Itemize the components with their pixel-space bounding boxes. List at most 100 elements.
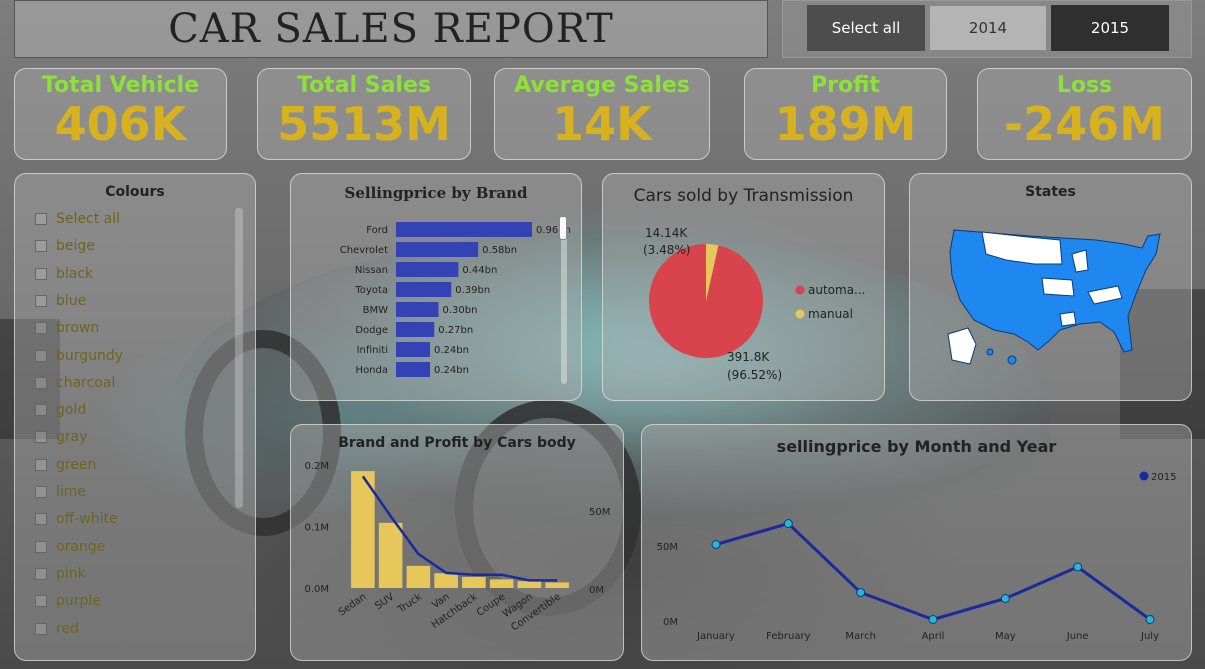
colour-option[interactable]: beige bbox=[35, 235, 95, 257]
checkbox-icon[interactable] bbox=[35, 567, 47, 580]
colour-option[interactable]: Select all bbox=[35, 208, 120, 230]
brand-category-label: Ford bbox=[366, 225, 388, 236]
brand-bar[interactable] bbox=[396, 322, 435, 337]
legend-marker bbox=[795, 309, 805, 319]
colour-option[interactable]: red bbox=[35, 618, 79, 640]
body-bar[interactable] bbox=[489, 579, 514, 588]
brand-bar[interactable] bbox=[396, 262, 459, 277]
brand-value-label: 0.44bn bbox=[462, 265, 497, 276]
brand-bar[interactable] bbox=[396, 242, 479, 257]
body-bar[interactable] bbox=[545, 582, 569, 588]
checkbox-icon[interactable] bbox=[35, 404, 47, 417]
checkbox-icon[interactable] bbox=[35, 431, 47, 444]
x-tick-label: Sedan bbox=[337, 591, 369, 618]
brand-bar[interactable] bbox=[396, 282, 452, 297]
us-states-map[interactable] bbox=[910, 174, 1193, 402]
checkbox-icon[interactable] bbox=[35, 240, 47, 253]
brand-bar[interactable] bbox=[396, 342, 430, 357]
body-chart-panel: Brand and Profit by Cars body 0.2M 0.1M 0.… bbox=[290, 424, 624, 661]
legend-label[interactable]: 2015 bbox=[1151, 472, 1176, 483]
brand-category-label: Honda bbox=[356, 365, 388, 376]
x-tick-label: April bbox=[922, 631, 945, 642]
brand-bar-chart: Ford 0.96bnChevrolet 0.58bnNissan 0.44bnToy… bbox=[340, 222, 571, 377]
checkbox-icon[interactable] bbox=[35, 294, 47, 307]
body-bar[interactable] bbox=[406, 565, 431, 588]
y-tick-label: 0.2M bbox=[304, 461, 329, 472]
colour-option-label: Select all bbox=[56, 211, 120, 227]
line-point[interactable] bbox=[783, 519, 793, 528]
checkbox-icon[interactable] bbox=[35, 513, 47, 526]
brand-value-label: 0.24bn bbox=[434, 365, 469, 376]
checkbox-icon[interactable] bbox=[35, 458, 47, 471]
colour-option[interactable]: black bbox=[35, 263, 93, 285]
kpi-label: Total Vehicle bbox=[41, 73, 200, 98]
line-point[interactable] bbox=[1000, 594, 1010, 603]
colour-option[interactable]: purple bbox=[35, 590, 101, 612]
kpi-label: Profit bbox=[811, 73, 880, 98]
colour-option[interactable]: pink bbox=[35, 563, 86, 585]
kpi-value: 189M bbox=[774, 97, 917, 151]
year-2015-button[interactable]: 2015 bbox=[1051, 5, 1169, 51]
checkbox-icon[interactable] bbox=[35, 540, 47, 553]
brand-chart-panel: Sellingprice by Brand Ford 0.96bn Chevrole… bbox=[290, 173, 582, 401]
brand-category-label: Toyota bbox=[354, 285, 388, 296]
checkbox-icon[interactable] bbox=[35, 595, 47, 608]
kpi-card-profit: Profit 189M bbox=[744, 68, 947, 160]
checkbox-icon[interactable] bbox=[35, 376, 47, 389]
checkbox-icon[interactable] bbox=[35, 349, 47, 362]
legend-label[interactable]: manual bbox=[808, 307, 853, 321]
colour-option[interactable]: off-white bbox=[35, 508, 118, 530]
body-bar[interactable] bbox=[462, 576, 486, 588]
line-point[interactable] bbox=[856, 588, 866, 597]
line-point[interactable] bbox=[928, 615, 938, 624]
brand-bar[interactable] bbox=[396, 222, 532, 237]
year-slicer: Select all 2014 2015 bbox=[782, 0, 1192, 58]
kpi-label: Average Sales bbox=[514, 73, 690, 98]
brand-bar[interactable] bbox=[396, 302, 439, 317]
hawaii-shape bbox=[986, 348, 994, 356]
colour-option-label: blue bbox=[56, 292, 87, 309]
brand-category-label: BMW bbox=[363, 305, 388, 316]
colour-option[interactable]: burgundy bbox=[35, 345, 123, 367]
brand-bar[interactable] bbox=[396, 362, 430, 377]
x-tick-label: May bbox=[995, 631, 1016, 642]
year-2014-button[interactable]: 2014 bbox=[929, 5, 1047, 51]
line-point[interactable] bbox=[711, 540, 721, 549]
colour-option[interactable]: blue bbox=[35, 290, 86, 312]
brand-chart-scrollbar[interactable] bbox=[561, 216, 567, 384]
colour-option[interactable]: charcoal bbox=[35, 372, 115, 394]
checkbox-icon[interactable] bbox=[35, 622, 47, 635]
colour-option-label: green bbox=[56, 456, 97, 473]
colour-option[interactable]: gray bbox=[35, 426, 88, 448]
colours-scrollbar[interactable] bbox=[235, 208, 243, 508]
body-bar[interactable] bbox=[434, 573, 458, 588]
year-select-all-button[interactable]: Select all bbox=[807, 5, 925, 51]
pie-data-label: 14.14K bbox=[645, 226, 688, 240]
kpi-card-average-sales: Average Sales 14K bbox=[494, 68, 710, 160]
colour-option[interactable]: green bbox=[35, 454, 96, 476]
brand-chart-scroll-thumb[interactable] bbox=[559, 216, 567, 240]
line-point[interactable] bbox=[1145, 615, 1155, 624]
series-line[interactable] bbox=[715, 521, 1151, 622]
body-bar[interactable] bbox=[517, 581, 542, 588]
body-bar[interactable] bbox=[378, 522, 403, 588]
checkbox-icon[interactable] bbox=[35, 486, 47, 498]
colour-option[interactable]: gold bbox=[35, 399, 86, 421]
colour-option-label: pink bbox=[56, 565, 86, 582]
checkbox-icon[interactable] bbox=[35, 213, 47, 225]
checkbox-icon[interactable] bbox=[35, 267, 47, 280]
kpi-value: 14K bbox=[552, 97, 652, 151]
colour-option[interactable]: lime bbox=[35, 481, 86, 503]
colour-option-label: red bbox=[56, 620, 79, 637]
legend-label[interactable]: automa... bbox=[808, 283, 866, 297]
brand-value-label: 0.58bn bbox=[482, 245, 517, 256]
line-point[interactable] bbox=[1073, 562, 1083, 572]
colour-option-label: purple bbox=[56, 593, 101, 610]
y-tick-label: 0M bbox=[663, 617, 678, 628]
colour-option-label: gray bbox=[56, 429, 88, 446]
colour-option[interactable]: brown bbox=[35, 317, 99, 339]
x-tick-label: SUV bbox=[373, 591, 396, 612]
colour-option[interactable]: orange bbox=[35, 536, 105, 558]
pie-data-label: (96.52%) bbox=[727, 368, 782, 382]
checkbox-icon[interactable] bbox=[35, 322, 47, 335]
